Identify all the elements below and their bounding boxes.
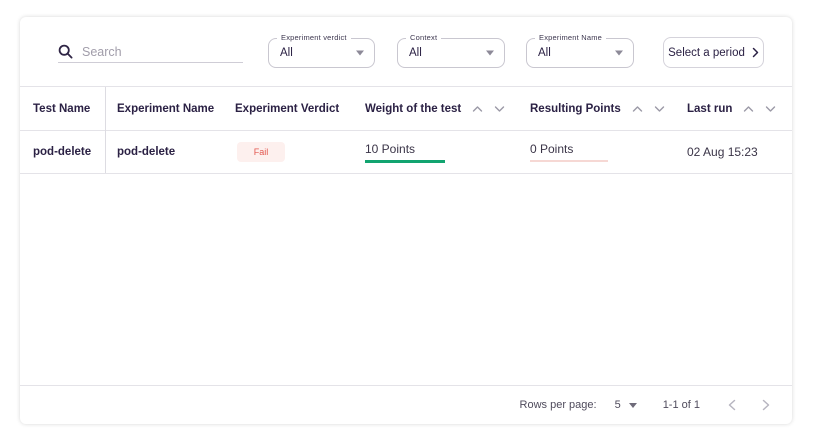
sort-ascending-icon[interactable] (743, 105, 754, 113)
chevron-right-icon (762, 399, 770, 411)
rows-per-page-select[interactable]: 5 (615, 399, 637, 411)
weight-cell: 10 Points (365, 131, 445, 173)
sort-descending-icon[interactable] (654, 105, 665, 113)
chevron-down-icon (629, 403, 637, 408)
experiment-verdict-select[interactable]: Experiment verdict All (268, 38, 375, 68)
experiment-verdict-cell: Fail (235, 131, 285, 173)
column-header-test-name: Test Name (33, 87, 90, 130)
select-period-button[interactable]: Select a period (663, 37, 764, 68)
experiment-name-select[interactable]: Experiment Name All (526, 38, 634, 68)
experiment-name-cell: pod-delete (117, 131, 175, 173)
sort-descending-icon[interactable] (494, 105, 505, 113)
weight-value: 10 Points (365, 142, 445, 163)
search-input[interactable]: Search (58, 41, 243, 63)
last-run-cell: 02 Aug 15:23 (687, 131, 758, 173)
table-header: Test Name Experiment Name Experiment Ver… (20, 87, 792, 131)
resulting-points-cell: 0 Points (530, 131, 608, 173)
column-label: Last run (687, 103, 732, 115)
filter-bar: Search Experiment verdict All Context Al… (20, 17, 792, 87)
column-header-experiment-verdict: Experiment Verdict (235, 87, 339, 130)
chevron-left-icon (728, 399, 736, 411)
column-label: Resulting Points (530, 103, 621, 115)
sort-ascending-icon[interactable] (472, 105, 483, 113)
test-name-value: pod-delete (33, 146, 91, 158)
column-label: Experiment Name (117, 103, 214, 115)
rows-per-page-value: 5 (615, 399, 621, 411)
column-header-last-run: Last run (687, 87, 776, 130)
chevron-down-icon (615, 51, 623, 56)
page-range-label: 1-1 of 1 (663, 399, 700, 411)
chevron-down-icon (356, 51, 364, 56)
context-select[interactable]: Context All (397, 38, 505, 68)
last-run-value: 02 Aug 15:23 (687, 145, 758, 159)
chevron-down-icon (486, 51, 494, 56)
select-label: Experiment verdict (277, 33, 351, 42)
search-icon (58, 44, 73, 59)
sort-descending-icon[interactable] (765, 105, 776, 113)
previous-page-button[interactable] (728, 399, 736, 411)
pagination-bar: Rows per page: 5 1-1 of 1 (20, 385, 792, 424)
select-period-label: Select a period (668, 47, 745, 59)
rows-per-page-label: Rows per page: (520, 399, 597, 411)
column-header-experiment-name: Experiment Name (117, 87, 214, 130)
column-label: Weight of the test (365, 103, 461, 115)
table-row[interactable]: pod-delete pod-delete Fail 10 Points 0 P… (20, 131, 792, 174)
next-page-button[interactable] (762, 399, 770, 411)
test-name-cell: pod-delete (33, 131, 91, 173)
experiment-name-value: pod-delete (117, 146, 175, 158)
column-label: Experiment Verdict (235, 103, 339, 115)
chevron-right-icon (752, 47, 759, 58)
verdict-fail-badge: Fail (237, 142, 285, 162)
select-label: Context (406, 33, 441, 42)
resulting-points-value: 0 Points (530, 142, 608, 162)
column-header-resulting-points: Resulting Points (530, 87, 665, 130)
sort-ascending-icon[interactable] (632, 105, 643, 113)
column-header-weight: Weight of the test (365, 87, 505, 130)
select-value: All (409, 47, 422, 59)
experiments-results-card: Search Experiment verdict All Context Al… (20, 17, 792, 424)
column-label: Test Name (33, 103, 90, 115)
select-value: All (280, 47, 293, 59)
select-label: Experiment Name (535, 33, 606, 42)
select-value: All (538, 47, 551, 59)
search-placeholder: Search (82, 45, 122, 59)
